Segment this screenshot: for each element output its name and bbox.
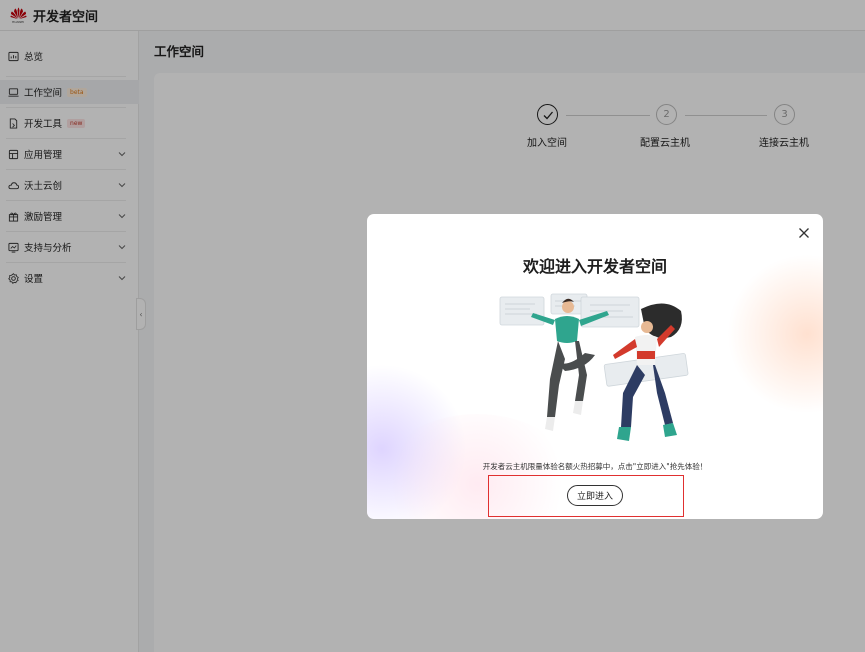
modal-title: 欢迎进入开发者空间 (522, 257, 667, 276)
close-icon[interactable] (797, 226, 811, 240)
jumping-people-illustration (499, 293, 689, 441)
modal-description: 开发者云主机限量体验名额火热招募中，点击"立即进入"抢先体验！ (482, 462, 708, 471)
enter-now-button[interactable]: 立即进入 (567, 485, 623, 506)
welcome-modal: 欢迎进入开发者空间 开发者云主机限量体验名额火热招募中，点击"立即进入"抢先体验… (367, 214, 823, 519)
